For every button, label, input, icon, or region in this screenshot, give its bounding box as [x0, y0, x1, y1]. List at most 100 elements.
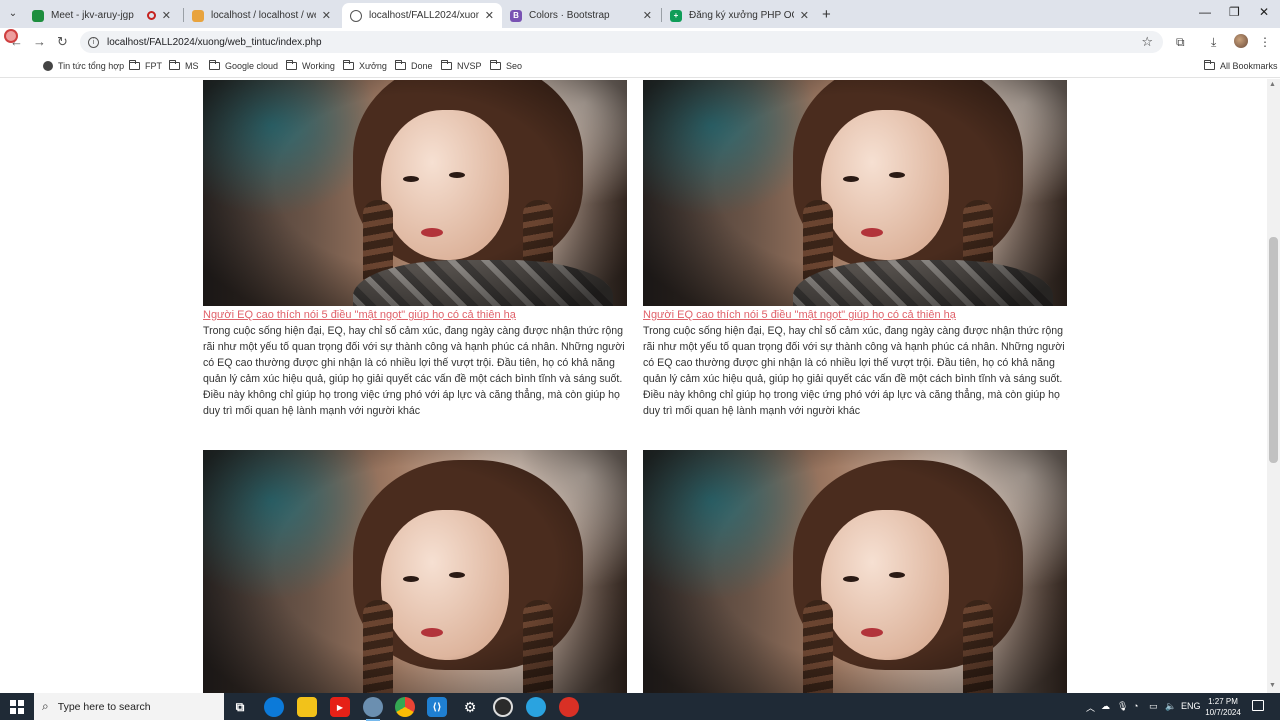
menu-kebab-icon[interactable]: ⋮	[1259, 35, 1271, 49]
chrome-profile-icon[interactable]	[363, 697, 383, 721]
youtube-icon[interactable]: ▶	[330, 697, 350, 717]
tab-close-icon[interactable]: ✕	[485, 9, 494, 22]
news-card	[643, 450, 1067, 693]
news-thumbnail[interactable]	[203, 80, 627, 306]
page-scrollbar[interactable]: ▲ ▼	[1267, 79, 1280, 693]
folder-icon	[1204, 60, 1215, 70]
tab-close-icon[interactable]: ✕	[322, 9, 331, 22]
tab-meet[interactable]: Meet - jkv-aruy-jgp ✕	[24, 3, 179, 28]
tab-strip: ⌄ Meet - jkv-aruy-jgp ✕ localhost / loca…	[0, 0, 1280, 28]
taskbar-clock[interactable]: 1:27 PM 10/7/2024	[1200, 696, 1246, 718]
notification-icon[interactable]	[1252, 700, 1264, 711]
folder-icon	[441, 60, 452, 70]
page-viewport: Người EQ cao thích nói 5 điều "mật ngọt"…	[0, 79, 1267, 693]
download-icon[interactable]: ⤓	[1211, 35, 1216, 50]
url-text: localhost/FALL2024/xuong/web_tintuc/inde…	[107, 36, 322, 48]
address-bar[interactable]: i localhost/FALL2024/xuong/web_tintuc/in…	[80, 31, 1163, 53]
chrome-icon[interactable]	[395, 697, 415, 717]
bookmark-label: Tin tức tổng hợp	[58, 61, 125, 71]
network-icon[interactable]: ☁	[1101, 701, 1110, 712]
wifi-icon[interactable]: ◔	[1133, 701, 1138, 711]
windows-taskbar: ⌕ Type here to search ⧉ ▶ ⟨⟩ ⚙ ︿ ☁ 🎙 ◔ ▭…	[0, 693, 1280, 721]
bookmark-xuong[interactable]: Xưởng	[343, 60, 387, 71]
settings-gear-icon[interactable]: ⚙	[460, 697, 480, 717]
bookmark-done[interactable]: Done	[395, 60, 433, 71]
browser-toolbar: ← → ↻ i localhost/FALL2024/xuong/web_tin…	[0, 28, 1280, 56]
extensions-icon[interactable]: ⧉	[1176, 35, 1185, 50]
tab-search-chevron-icon[interactable]: ⌄	[4, 6, 22, 22]
news-title-link[interactable]: Người EQ cao thích nói 5 điều "mật ngọt"…	[203, 308, 627, 322]
news-description: Trong cuộc sống hiện đại, EQ, hay chỉ số…	[643, 325, 1065, 417]
new-tab-button[interactable]: +	[822, 6, 831, 23]
language-indicator[interactable]: ENG	[1181, 701, 1201, 711]
folder-icon	[490, 60, 501, 70]
news-thumbnail[interactable]	[643, 80, 1067, 306]
windows-start-icon[interactable]	[10, 700, 24, 714]
news-thumbnail[interactable]	[643, 450, 1067, 693]
folder-icon	[129, 60, 140, 70]
bookmark-nvsp[interactable]: NVSP	[441, 60, 482, 71]
restore-icon[interactable]: ❐	[1229, 5, 1240, 19]
google-forms-favicon-icon: +	[670, 9, 682, 22]
bootstrap-favicon-icon: B	[510, 9, 522, 22]
bookmark-label: Working	[302, 61, 335, 71]
volume-icon[interactable]: 🔈	[1165, 701, 1176, 712]
folder-icon	[395, 60, 406, 70]
bookmark-seo[interactable]: Seo	[490, 60, 522, 71]
file-explorer-icon[interactable]	[297, 697, 317, 717]
forward-icon[interactable]: →	[33, 34, 46, 49]
obs-record-icon[interactable]	[493, 697, 513, 717]
clock-time: 1:27 PM	[1208, 697, 1238, 706]
all-bookmarks[interactable]: All Bookmarks	[1204, 60, 1278, 71]
profile-avatar[interactable]	[1234, 34, 1248, 48]
tab-google-form[interactable]: + Đăng ký xưởng PHP OOP - Goo ✕	[662, 3, 817, 28]
search-placeholder: Type here to search	[57, 700, 151, 713]
bookmark-label: Xưởng	[359, 61, 387, 71]
taskbar-search-box[interactable]: ⌕ Type here to search	[34, 693, 224, 720]
news-card: Người EQ cao thích nói 5 điều "mật ngọt"…	[643, 80, 1067, 419]
chrome-red-icon[interactable]	[559, 697, 579, 717]
news-card: Người EQ cao thích nói 5 điều "mật ngọt"…	[203, 80, 627, 419]
site-info-icon[interactable]: i	[88, 36, 99, 48]
scroll-thumb[interactable]	[1269, 237, 1278, 463]
bookmark-google-cloud[interactable]: Google cloud	[209, 60, 279, 71]
close-window-icon[interactable]: ✕	[1259, 5, 1269, 19]
bookmark-fpt[interactable]: FPT	[129, 60, 162, 71]
scroll-down-icon[interactable]: ▼	[1269, 682, 1276, 689]
tab-web-tintuc[interactable]: localhost/FALL2024/xuong/web_tintuc ✕	[342, 3, 502, 28]
show-hidden-icons[interactable]: ︿	[1086, 701, 1095, 714]
tab-phpmyadmin[interactable]: localhost / localhost / web_tintuc ✕	[184, 3, 339, 28]
globe-icon	[43, 61, 53, 71]
bookmark-tin-tuc[interactable]: Tin tức tổng hợp	[43, 61, 124, 71]
search-icon: ⌕	[42, 699, 49, 713]
folder-icon	[209, 60, 220, 70]
tab-title: Đăng ký xưởng PHP OOP - Goo	[689, 10, 794, 21]
bookmark-working[interactable]: Working	[286, 60, 335, 71]
scroll-up-icon[interactable]: ▲	[1269, 81, 1276, 88]
bookmark-label: Google cloud	[225, 61, 279, 71]
bookmark-label: Done	[411, 61, 433, 71]
battery-icon[interactable]: ▭	[1149, 701, 1158, 712]
bookmarks-bar: Tin tức tổng hợp FPT MS Google cloud Wor…	[0, 56, 1280, 78]
edge-icon[interactable]	[264, 697, 284, 717]
bookmark-ms[interactable]: MS	[169, 60, 199, 71]
tab-title: localhost / localhost / web_tintuc	[211, 10, 316, 21]
tab-bootstrap-colors[interactable]: B Colors · Bootstrap ✕	[502, 3, 660, 28]
tab-close-icon[interactable]: ✕	[643, 9, 652, 22]
meet-favicon-icon	[32, 9, 44, 22]
minimize-icon[interactable]: —	[1199, 5, 1211, 19]
tab-close-icon[interactable]: ✕	[800, 9, 809, 22]
news-thumbnail[interactable]	[203, 450, 627, 693]
task-view-icon[interactable]: ⧉	[230, 697, 250, 717]
folder-icon	[343, 60, 354, 70]
vs-code-icon[interactable]: ⟨⟩	[427, 697, 447, 717]
news-title-link[interactable]: Người EQ cao thích nói 5 điều "mật ngọt"…	[643, 308, 1067, 322]
reload-icon[interactable]: ↻	[57, 34, 68, 50]
tab-title: localhost/FALL2024/xuong/web_tintuc	[369, 10, 479, 21]
microphone-icon[interactable]: 🎙	[1117, 701, 1128, 712]
bookmark-star-icon[interactable]: ☆	[1141, 34, 1153, 50]
bookmark-label: NVSP	[457, 61, 482, 71]
tab-close-icon[interactable]: ✕	[162, 9, 171, 22]
folder-icon	[286, 60, 297, 70]
blue-app-icon[interactable]	[526, 697, 546, 717]
